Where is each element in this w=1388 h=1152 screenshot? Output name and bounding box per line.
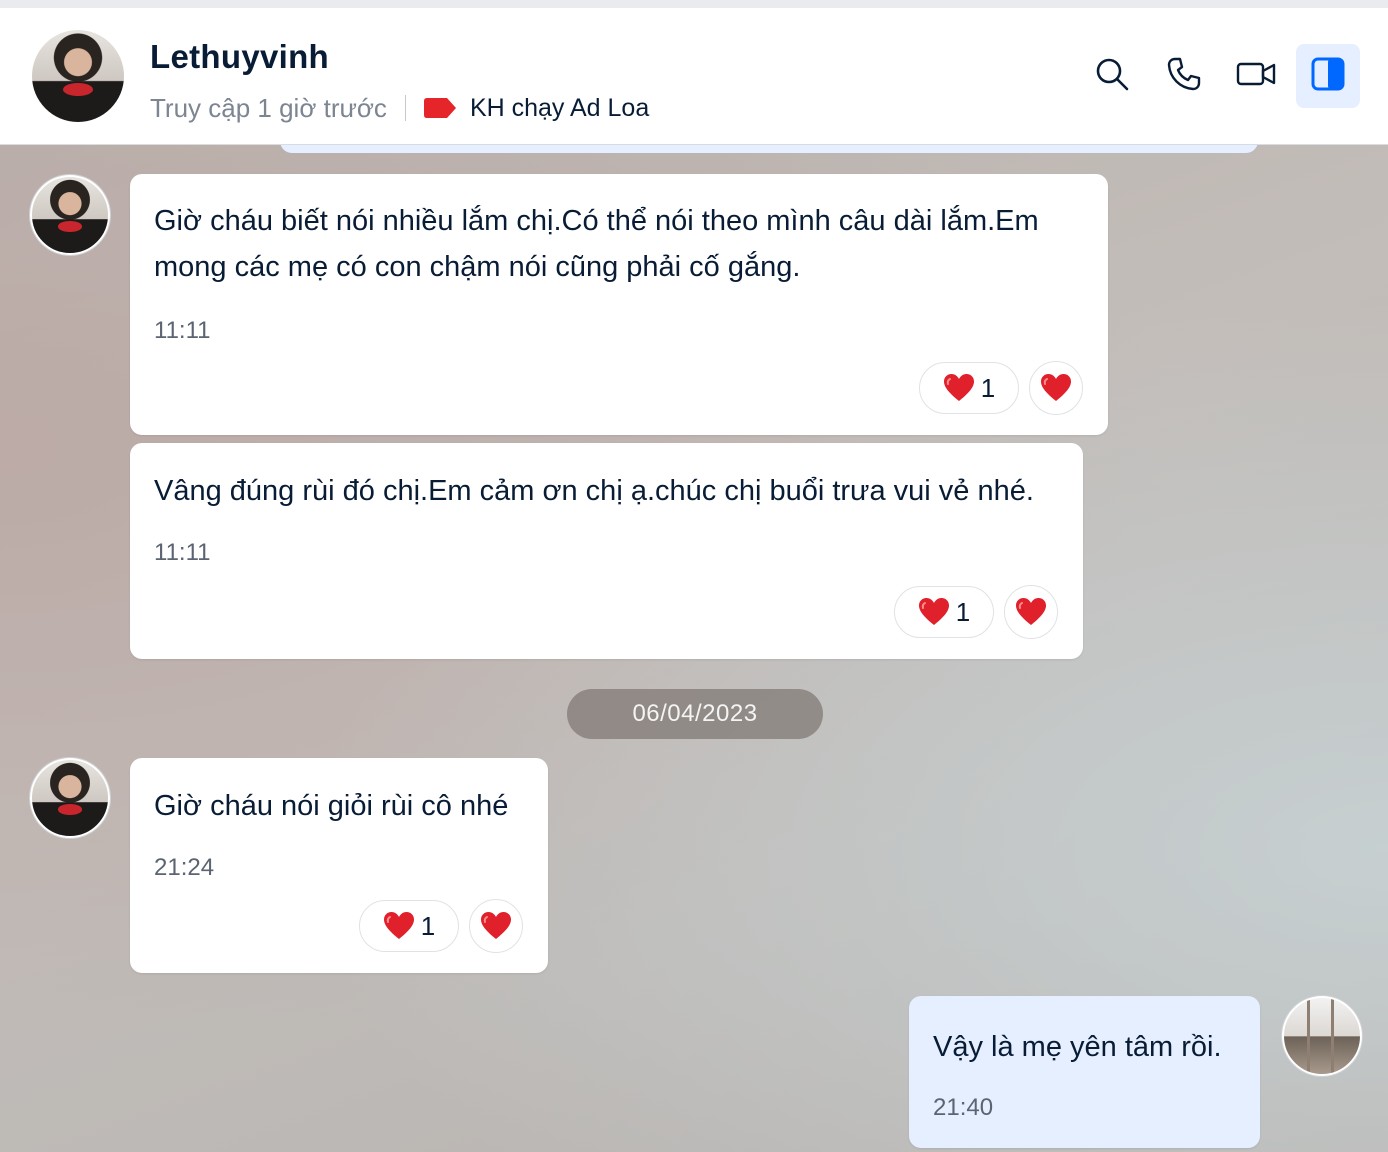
search-button[interactable] <box>1080 44 1144 108</box>
label-tag-text[interactable]: KH chạy Ad Loa <box>470 94 649 123</box>
message-text-line: mong các mẹ có con chậm nói cũng phải cố… <box>154 251 801 283</box>
voice-call-button[interactable] <box>1152 44 1216 108</box>
message-bubble[interactable]: Giờ cháu biết nói nhiều lắm chị.Có thể n… <box>130 174 1108 435</box>
heart-icon <box>918 597 950 627</box>
add-reaction-button[interactable] <box>1004 585 1058 639</box>
sender-avatar[interactable] <box>30 175 110 255</box>
message-time: 21:24 <box>154 854 215 881</box>
reaction-summary[interactable]: 1 <box>919 362 1019 414</box>
my-avatar[interactable] <box>1282 996 1362 1076</box>
search-icon <box>1094 56 1130 97</box>
reaction-count: 1 <box>955 596 971 627</box>
reaction-count: 1 <box>420 910 436 941</box>
heart-icon <box>1015 597 1047 627</box>
label-tag-icon[interactable] <box>423 98 456 118</box>
contact-status-row: Truy cập 1 giờ trước KH chạy Ad Loa <box>150 90 649 126</box>
message-bubble[interactable]: Vâng đúng rùi đó chị.Em cảm ơn chị ạ.chú… <box>130 443 1083 659</box>
message-time: 11:11 <box>154 317 211 344</box>
previous-message-bubble <box>280 145 1258 153</box>
reaction-count: 1 <box>980 372 996 403</box>
heart-icon <box>480 911 512 941</box>
toggle-sidebar-button[interactable] <box>1296 44 1360 108</box>
divider <box>404 95 406 121</box>
window-top-strip <box>0 0 1388 8</box>
heart-icon <box>383 911 415 941</box>
heart-icon <box>943 373 975 403</box>
message-text-line: Vậy là mẹ yên tâm rồi. <box>933 1031 1222 1063</box>
message-time: 21:40 <box>933 1094 994 1121</box>
message-list[interactable]: Giờ cháu biết nói nhiều lắm chị.Có thể n… <box>0 145 1388 1152</box>
contact-avatar[interactable] <box>32 30 124 122</box>
video-call-icon <box>1236 59 1276 94</box>
reaction-summary[interactable]: 1 <box>894 586 994 638</box>
video-call-button[interactable] <box>1224 44 1288 108</box>
chat-header: Lethuyvinh Truy cập 1 giờ trước KH chạy … <box>0 8 1388 145</box>
phone-icon <box>1166 56 1202 97</box>
reaction-summary[interactable]: 1 <box>359 900 459 952</box>
message-text-line: Giờ cháu biết nói nhiều lắm chị.Có thể n… <box>154 205 1039 237</box>
add-reaction-button[interactable] <box>1029 361 1083 415</box>
message-time: 11:11 <box>154 539 211 566</box>
last-seen-status: Truy cập 1 giờ trước <box>150 92 387 123</box>
message-bubble[interactable]: Giờ cháu nói giỏi rùi cô nhé 21:24 1 <box>130 758 548 973</box>
sender-avatar[interactable] <box>30 758 110 838</box>
date-separator: 06/04/2023 <box>567 689 823 739</box>
heart-icon <box>1040 373 1072 403</box>
message-text-line: Vâng đúng rùi đó chị.Em cảm ơn chị ạ.chú… <box>154 475 1034 507</box>
add-reaction-button[interactable] <box>469 899 523 953</box>
toggle-sidebar-icon <box>1311 57 1345 96</box>
my-message-bubble[interactable]: Vậy là mẹ yên tâm rồi. 21:40 <box>909 996 1260 1148</box>
contact-name[interactable]: Lethuyvinh <box>150 38 329 76</box>
message-text-line: Giờ cháu nói giỏi rùi cô nhé <box>154 790 509 822</box>
